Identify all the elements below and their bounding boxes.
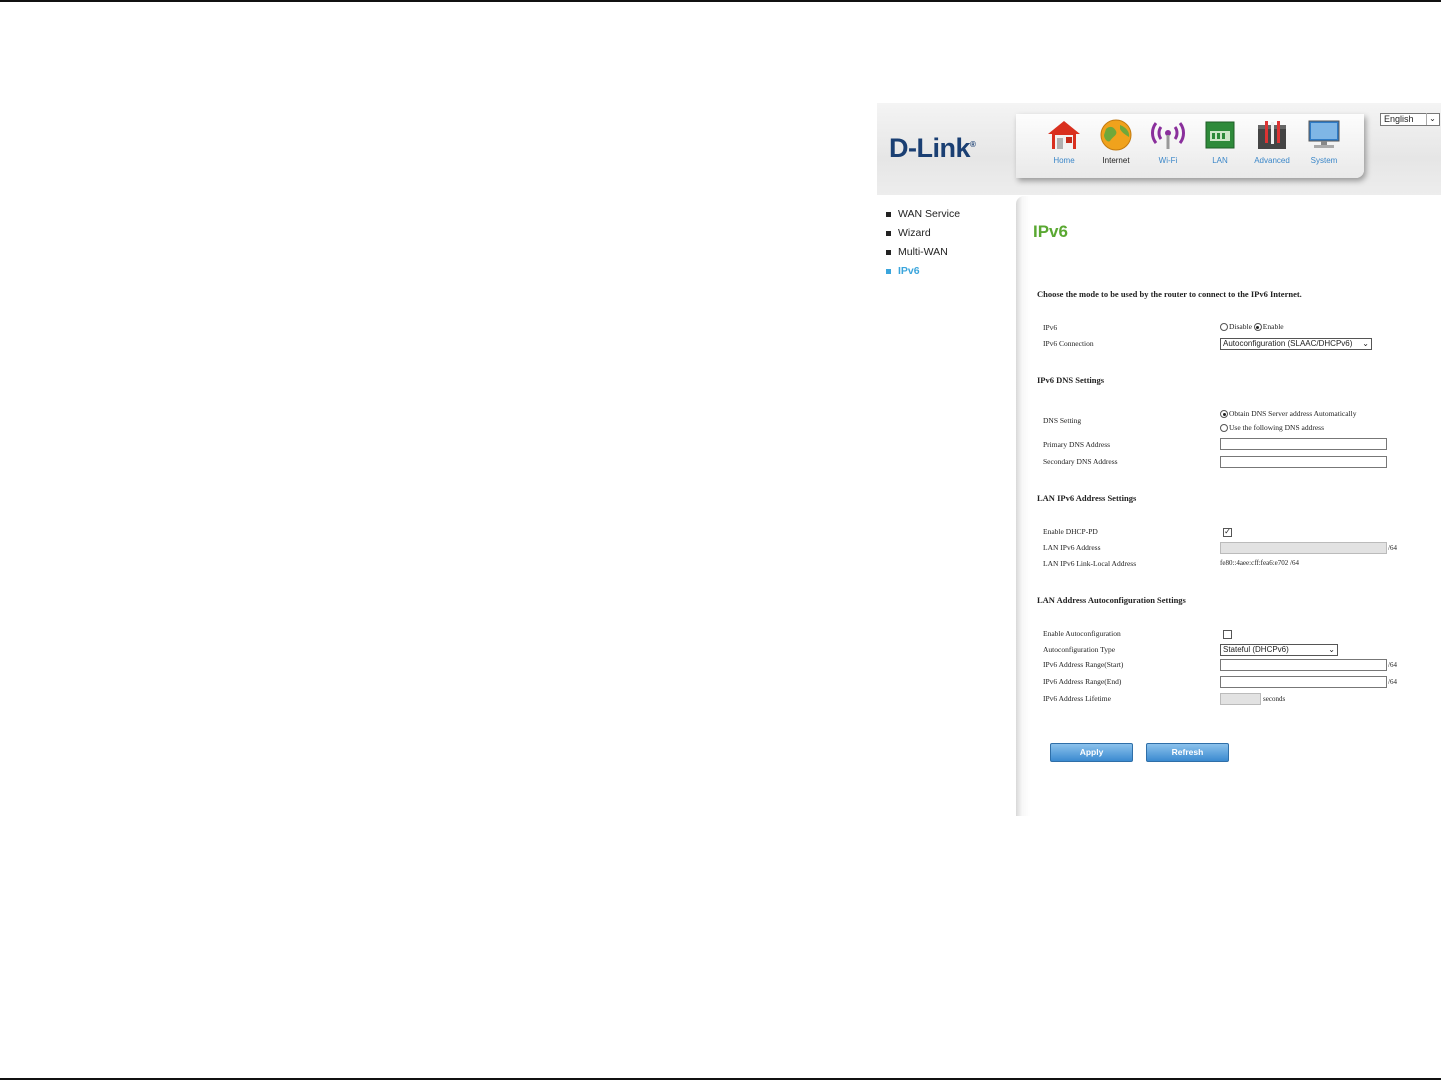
nav-label: System <box>1310 156 1338 165</box>
home-icon <box>1048 121 1080 149</box>
lifetime-unit: seconds <box>1263 695 1286 703</box>
autoconf-section-title: LAN Address Autoconfiguration Settings <box>1037 595 1186 605</box>
language-select[interactable]: English ⌄ <box>1380 113 1440 126</box>
ipv6-mode-group: Disable Enable <box>1220 322 1284 332</box>
dlink-logo: D-Link® <box>889 133 976 163</box>
bullet-icon <box>886 250 891 255</box>
chevron-down-icon: ⌄ <box>1426 113 1438 125</box>
autoconf-type-select[interactable]: Stateful (DHCPv6) ⌄ <box>1220 644 1338 656</box>
bottom-rule <box>0 1078 1441 1080</box>
dhcp-pd-checkbox[interactable]: ✓ <box>1223 528 1232 537</box>
ipv6-connection-label: IPv6 Connection <box>1043 339 1094 348</box>
primary-dns-input[interactable] <box>1220 438 1387 450</box>
range-end-input[interactable] <box>1220 676 1387 688</box>
secondary-dns-label: Secondary DNS Address <box>1043 457 1118 466</box>
nav-home[interactable]: Home <box>1038 114 1090 174</box>
dns-manual-radio[interactable] <box>1220 424 1228 433</box>
dns-section-title: IPv6 DNS Settings <box>1037 375 1105 385</box>
range-end-label: IPv6 Address Range(End) <box>1043 677 1122 686</box>
main-nav: Home Internet Wi-Fi LAN Advanced System <box>1016 114 1364 178</box>
page-title: IPv6 <box>1033 222 1068 241</box>
wifi-icon <box>1151 122 1185 149</box>
lan-icon <box>1205 121 1235 149</box>
nav-label: Internet <box>1102 156 1130 165</box>
sidebar-item-ipv6[interactable]: IPv6 <box>886 262 960 281</box>
range-start-input[interactable] <box>1220 659 1387 671</box>
enable-autoconf-label: Enable Autoconfiguration <box>1043 629 1121 638</box>
sidebar: WAN Service Wizard Multi-WAN IPv6 <box>886 205 960 281</box>
nav-label: LAN <box>1212 156 1228 165</box>
top-rule <box>0 0 1441 2</box>
enable-autoconf-checkbox[interactable] <box>1223 630 1232 639</box>
ipv6-disable-label: Disable <box>1229 322 1252 331</box>
lan-ipv6-suffix: /64 <box>1388 544 1397 552</box>
language-value: English <box>1384 114 1414 124</box>
nav-lan[interactable]: LAN <box>1194 114 1246 174</box>
refresh-button[interactable]: Refresh <box>1146 743 1229 762</box>
lifetime-label: IPv6 Address Lifetime <box>1043 694 1111 703</box>
nav-internet[interactable]: Internet <box>1090 114 1142 174</box>
range-end-suffix: /64 <box>1388 678 1397 686</box>
dns-auto-radio[interactable] <box>1220 410 1228 419</box>
nav-label: Advanced <box>1254 156 1290 165</box>
checkmark-icon: ✓ <box>1224 527 1231 536</box>
link-local-value: fe80::4aee:cff:fea6:e702 /64 <box>1220 559 1299 567</box>
ipv6-enable-label: Enable <box>1262 322 1284 331</box>
autoconf-type-label: Autoconfiguration Type <box>1043 645 1116 654</box>
sidebar-item-wan-service[interactable]: WAN Service <box>886 205 960 224</box>
dns-setting-label: DNS Setting <box>1043 416 1082 425</box>
link-local-label: LAN IPv6 Link-Local Address <box>1043 559 1137 568</box>
dhcp-pd-label: Enable DHCP-PD <box>1043 527 1098 536</box>
ipv6-enable-radio[interactable] <box>1253 323 1262 332</box>
bullet-icon <box>886 269 891 274</box>
lan-ipv6-address-label: LAN IPv6 Address <box>1043 543 1101 552</box>
lan-ipv6-address-input[interactable] <box>1220 542 1387 554</box>
intro-text: Choose the mode to be used by the router… <box>1037 289 1302 299</box>
dns-auto-option: Obtain DNS Server address Automatically <box>1220 409 1356 419</box>
globe-icon <box>1100 119 1132 151</box>
nav-advanced[interactable]: Advanced <box>1246 114 1298 174</box>
primary-dns-label: Primary DNS Address <box>1043 440 1111 449</box>
monitor-icon <box>1308 120 1340 148</box>
lan-section-title: LAN IPv6 Address Settings <box>1037 493 1137 503</box>
bullet-icon <box>886 212 891 217</box>
nav-wifi[interactable]: Wi-Fi <box>1142 114 1194 174</box>
chevron-down-icon: ⌄ <box>1362 339 1369 348</box>
nav-label: Wi-Fi <box>1158 156 1178 165</box>
ipv6-disable-radio[interactable] <box>1220 323 1228 332</box>
dns-manual-option: Use the following DNS address <box>1220 423 1324 433</box>
range-start-label: IPv6 Address Range(Start) <box>1043 660 1124 669</box>
range-start-suffix: /64 <box>1388 661 1397 669</box>
sidebar-item-wizard[interactable]: Wizard <box>886 224 960 243</box>
tools-icon <box>1258 121 1286 149</box>
ipv6-label: IPv6 <box>1043 323 1058 332</box>
sidebar-item-multi-wan[interactable]: Multi-WAN <box>886 243 960 262</box>
secondary-dns-input[interactable] <box>1220 456 1387 468</box>
bullet-icon <box>886 231 891 236</box>
apply-button[interactable]: Apply <box>1050 743 1133 762</box>
nav-system[interactable]: System <box>1298 114 1350 174</box>
chevron-down-icon: ⌄ <box>1328 645 1335 654</box>
ipv6-connection-select[interactable]: Autoconfiguration (SLAAC/DHCPv6) ⌄ <box>1220 338 1372 350</box>
nav-label: Home <box>1053 156 1075 165</box>
lifetime-input[interactable] <box>1220 693 1261 705</box>
